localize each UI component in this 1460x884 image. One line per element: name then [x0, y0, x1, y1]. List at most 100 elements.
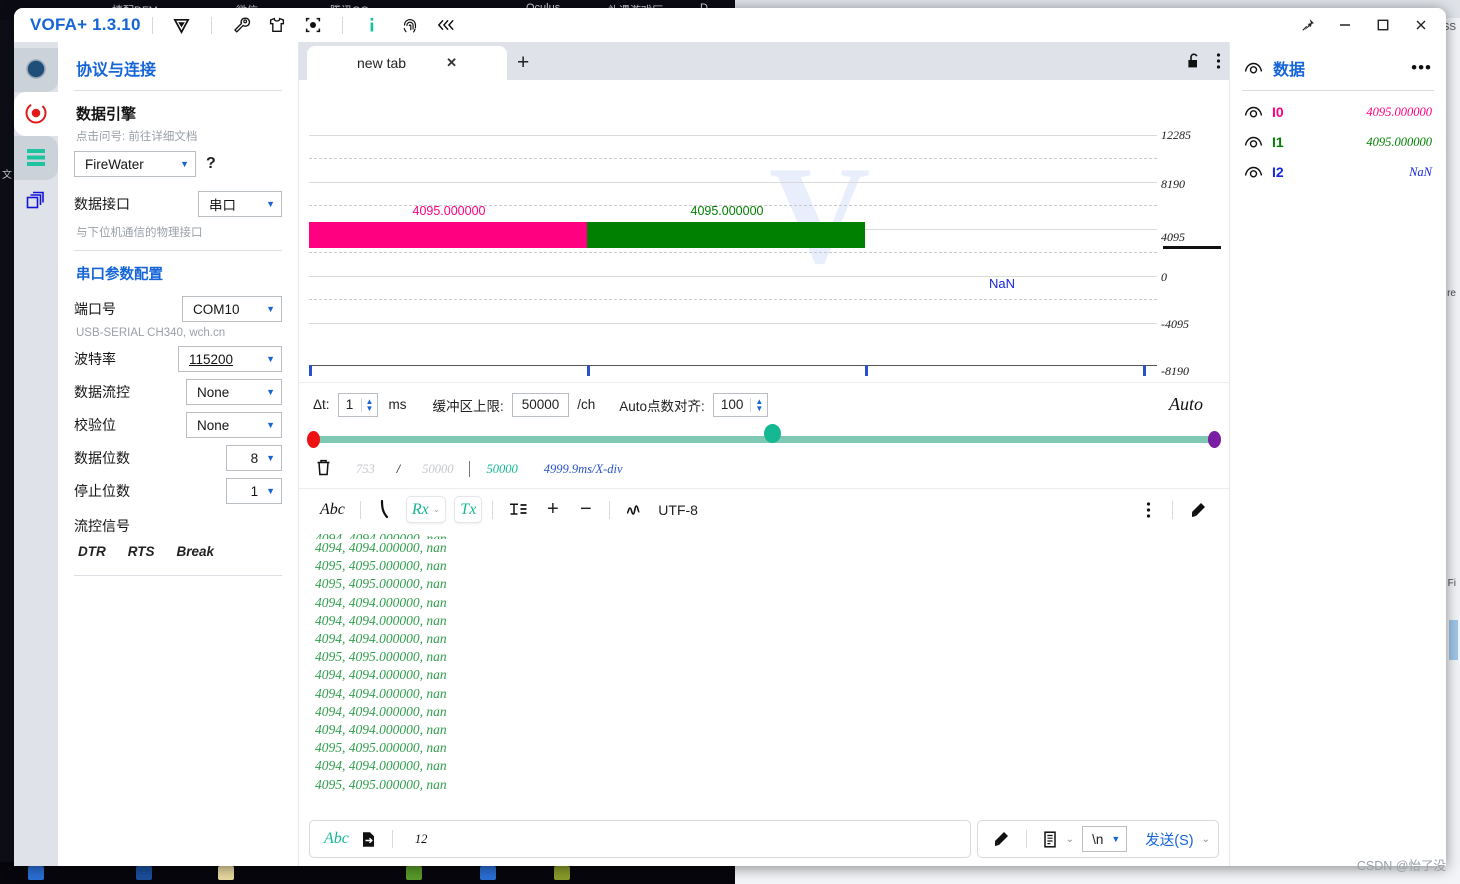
rx-toggle-button[interactable]: Rx ⌄ [405, 496, 447, 523]
center-column: new tab ✕ + V 12285 8190 4095 0 -4095 -8… [298, 42, 1229, 866]
window-titlebar: VOFA+ 1.3.10 [14, 8, 1446, 42]
terminal-line: 4095, 4095.000000, nan [315, 649, 447, 665]
databits-select[interactable]: 8 ▼ [226, 445, 282, 471]
stopbits-select[interactable]: 1 ▼ [226, 478, 282, 504]
layout-list-button[interactable] [14, 136, 58, 180]
zoom-out-button[interactable]: − [572, 496, 599, 523]
maximize-icon[interactable] [1364, 9, 1402, 41]
add-tab-button[interactable]: + [517, 51, 529, 75]
waveform-icon[interactable] [620, 496, 650, 523]
taskbar-icon-1[interactable] [136, 866, 152, 880]
data-row-I1[interactable]: I1 4095.000000 [1230, 127, 1446, 157]
hook-icon[interactable] [371, 496, 398, 523]
info-icon[interactable] [359, 12, 385, 38]
file-arrow-icon[interactable] [355, 826, 382, 853]
visibility-eye-icon[interactable] [1244, 62, 1263, 75]
flowcontrol-label: 数据流控 [74, 384, 130, 400]
visibility-eye-icon[interactable] [1244, 166, 1263, 179]
encoding-label[interactable]: UTF-8 [658, 502, 698, 518]
close-icon[interactable] [1402, 9, 1440, 41]
zoom-in-button[interactable]: + [539, 496, 566, 523]
dtr-toggle[interactable]: DTR [78, 544, 106, 559]
send-button[interactable]: 发送(S) [1137, 829, 1201, 850]
chevron-down-icon: ▼ [266, 199, 275, 209]
minimize-icon[interactable] [1326, 9, 1364, 41]
help-question-icon[interactable]: ? [206, 155, 216, 173]
unlock-icon[interactable] [1186, 52, 1202, 73]
titlebar-divider-2 [210, 16, 212, 34]
more-horizontal-icon[interactable]: ••• [1411, 58, 1432, 78]
stepper-arrows-icon[interactable]: ▲ ▼ [750, 397, 767, 412]
toolbar-divider-4 [1172, 500, 1173, 519]
visibility-eye-icon[interactable] [1244, 106, 1263, 119]
send-input[interactable]: 12 [403, 832, 962, 847]
auto-mode-label[interactable]: Auto [1169, 394, 1215, 415]
taskbar-icon-3[interactable] [406, 866, 422, 880]
close-icon[interactable]: ✕ [446, 55, 457, 71]
encoding-abc-button[interactable]: Abc [315, 496, 350, 523]
desktop-scrollbar-thumb[interactable] [1449, 620, 1458, 660]
databits-value: 8 [250, 450, 259, 466]
layers-icon [24, 189, 48, 216]
slider-knob-left[interactable] [307, 431, 320, 448]
focus-icon[interactable] [300, 12, 326, 38]
baudrate-select[interactable]: 115200 ▼ [178, 346, 282, 372]
newline-select[interactable]: \n ▼ [1082, 826, 1128, 852]
break-toggle[interactable]: Break [177, 544, 215, 559]
parity-select[interactable]: None ▼ [186, 412, 282, 438]
send-input-group[interactable]: Abc 12 [309, 820, 971, 858]
fingerprint-icon[interactable] [397, 12, 423, 38]
delta-t-label: Δt: [313, 397, 330, 412]
rts-toggle[interactable]: RTS [128, 544, 155, 559]
shirt-icon[interactable] [264, 12, 290, 38]
more-vertical-icon[interactable] [1216, 52, 1221, 73]
eraser-icon[interactable] [986, 826, 1016, 853]
tab-strip: new tab ✕ + [299, 42, 1229, 80]
data-engine-select[interactable]: FireWater ▼ [74, 151, 196, 177]
document-icon[interactable] [1037, 826, 1064, 853]
connection-indicator[interactable] [14, 48, 58, 92]
taskbar-icon-5[interactable] [554, 866, 570, 880]
waveform-plot[interactable]: V 12285 8190 4095 0 -4095 -8190 4095.000… [299, 80, 1229, 382]
data-row-I2[interactable]: I2 NaN [1230, 157, 1446, 187]
text-lines-icon[interactable] [503, 496, 533, 523]
data-panel-header: 数据 ••• [1230, 56, 1446, 80]
taskbar-icon-4[interactable] [480, 866, 496, 880]
pin-icon[interactable] [1288, 9, 1326, 41]
data-interface-select[interactable]: 串口 ▼ [198, 191, 282, 217]
eraser-icon[interactable] [1183, 496, 1213, 523]
left-icon-rail [14, 42, 58, 866]
terminal-line: 4094, 4094.000000, nan [315, 758, 447, 774]
port-select[interactable]: COM10 ▼ [182, 296, 282, 322]
trash-icon[interactable] [315, 458, 332, 481]
taskbar-icon-2[interactable] [218, 866, 234, 880]
auto-align-stepper[interactable]: 100 ▲ ▼ [712, 392, 769, 417]
delta-t-stepper[interactable]: 1 ▲ ▼ [337, 392, 379, 417]
timeline-slider[interactable] [299, 424, 1229, 450]
record-button[interactable] [14, 92, 58, 136]
buffer-slash: / [396, 461, 401, 476]
collapse-left-icon[interactable] [433, 12, 459, 38]
data-row-I0[interactable]: I0 4095.000000 [1230, 97, 1446, 127]
databits-label: 数据位数 [74, 450, 130, 466]
terminal-output[interactable]: 4094, 4094.000000, nan 4094, 4094.000000… [299, 530, 1229, 818]
chevron-down-icon[interactable]: ⌄ [1202, 834, 1210, 845]
stepper-arrows-icon[interactable]: ▲ ▼ [360, 397, 378, 412]
slider-knob-right[interactable] [1208, 431, 1221, 448]
vofa-logo-icon[interactable] [169, 12, 195, 38]
send-abc-button[interactable]: Abc [318, 830, 355, 848]
layers-button[interactable] [14, 180, 58, 224]
chevron-down-icon[interactable]: ⌄ [1066, 834, 1074, 845]
flowcontrol-select[interactable]: None ▼ [186, 379, 282, 405]
slider-knob-mid[interactable] [764, 424, 781, 443]
bar-I0[interactable] [309, 222, 587, 248]
meta-divider [469, 461, 471, 477]
visibility-eye-icon[interactable] [1244, 136, 1263, 149]
buffer-limit-input[interactable]: 50000 [511, 392, 570, 417]
tab-new-tab[interactable]: new tab ✕ [307, 46, 507, 80]
taskbar-icon-0[interactable] [28, 866, 44, 880]
wrench-icon[interactable] [228, 12, 254, 38]
more-vertical-icon[interactable] [1135, 496, 1162, 523]
tx-toggle-button[interactable]: Tx [454, 496, 483, 523]
bar-I1[interactable] [587, 222, 865, 248]
